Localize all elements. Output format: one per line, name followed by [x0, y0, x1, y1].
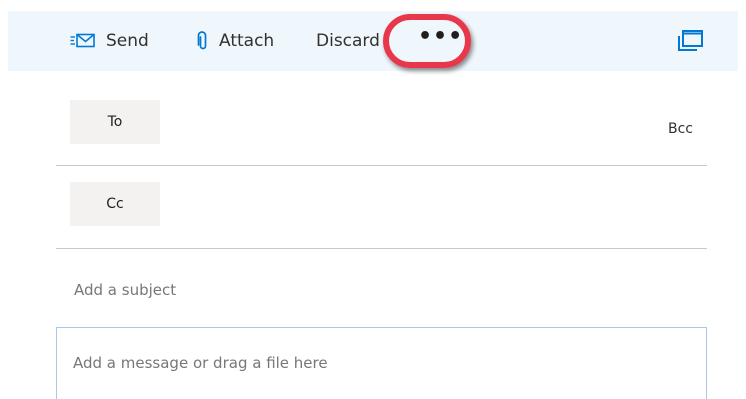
- paperclip-icon: [197, 31, 209, 51]
- compose-window: Send Attach Discard ••• To Bcc Cc Add a …: [0, 0, 746, 399]
- message-placeholder: Add a message or drag a file here: [73, 354, 328, 372]
- subject-input[interactable]: Add a subject: [74, 281, 694, 299]
- attach-label: Attach: [219, 31, 275, 51]
- pop-out-window-icon: [676, 29, 704, 53]
- message-body[interactable]: Add a message or drag a file here: [56, 327, 707, 399]
- to-button[interactable]: To: [70, 100, 160, 144]
- compose-toolbar: Send Attach Discard •••: [8, 11, 738, 71]
- to-row: To Bcc: [56, 81, 707, 166]
- more-options-button[interactable]: •••: [418, 11, 463, 71]
- attach-button[interactable]: Attach: [197, 11, 274, 71]
- more-options-icon: •••: [418, 24, 464, 49]
- send-button[interactable]: Send: [70, 11, 149, 71]
- discard-button[interactable]: Discard: [316, 11, 380, 71]
- discard-label: Discard: [316, 31, 380, 51]
- bcc-button[interactable]: Bcc: [668, 121, 693, 137]
- pop-out-button[interactable]: [676, 11, 714, 71]
- cc-button[interactable]: Cc: [70, 182, 160, 226]
- send-envelope-icon: [70, 33, 96, 49]
- send-label: Send: [106, 31, 149, 51]
- cc-row: Cc: [56, 166, 707, 249]
